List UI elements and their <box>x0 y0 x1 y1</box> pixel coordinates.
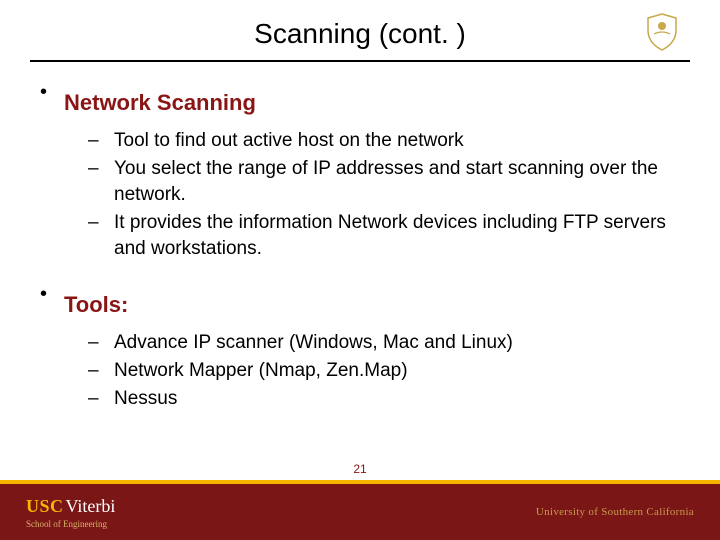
dash-icon: – <box>88 156 104 182</box>
dash-icon: – <box>88 358 104 384</box>
list-item-text: Network Mapper (Nmap, Zen.Map) <box>114 358 408 384</box>
list-item: – Advance IP scanner (Windows, Mac and L… <box>88 330 680 356</box>
list-item: – Tool to find out active host on the ne… <box>88 128 680 154</box>
footer-bar: USC Viterbi School of Engineering Univer… <box>0 484 720 540</box>
viterbi-wordmark: Viterbi <box>66 496 116 517</box>
dash-icon: – <box>88 128 104 154</box>
list-item-text: Advance IP scanner (Windows, Mac and Lin… <box>114 330 513 356</box>
bullet-icon: • <box>40 78 54 106</box>
school-name: School of Engineering <box>26 519 115 529</box>
dash-icon: – <box>88 210 104 236</box>
university-name: University of Southern California <box>536 506 694 518</box>
list-item-text: It provides the information Network devi… <box>114 210 680 262</box>
sub-list: – Tool to find out active host on the ne… <box>88 128 680 262</box>
dash-icon: – <box>88 330 104 356</box>
list-item: – Nessus <box>88 386 680 412</box>
sub-list: – Advance IP scanner (Windows, Mac and L… <box>88 330 680 412</box>
section-heading: Tools: <box>64 292 128 318</box>
dash-icon: – <box>88 386 104 412</box>
list-item: – It provides the information Network de… <box>88 210 680 262</box>
slide-title: Scanning (cont. ) <box>254 18 466 50</box>
list-item: – You select the range of IP addresses a… <box>88 156 680 208</box>
usc-shield-icon <box>644 12 680 57</box>
list-item-text: Tool to find out active host on the netw… <box>114 128 464 154</box>
title-bar: Scanning (cont. ) <box>0 0 720 60</box>
list-item-text: You select the range of IP addresses and… <box>114 156 680 208</box>
list-item-text: Nessus <box>114 386 177 412</box>
section-heading: Network Scanning <box>64 90 256 116</box>
section-bullet: • Tools: <box>40 280 680 326</box>
usc-viterbi-logo: USC Viterbi School of Engineering <box>26 496 115 529</box>
section-bullet: • Network Scanning <box>40 78 680 124</box>
page-number: 21 <box>353 462 366 476</box>
slide-content: • Network Scanning – Tool to find out ac… <box>0 62 720 412</box>
slide-footer: 21 USC Viterbi School of Engineering Uni… <box>0 480 720 540</box>
usc-wordmark: USC <box>26 496 64 517</box>
list-item: – Network Mapper (Nmap, Zen.Map) <box>88 358 680 384</box>
bullet-icon: • <box>40 280 54 308</box>
